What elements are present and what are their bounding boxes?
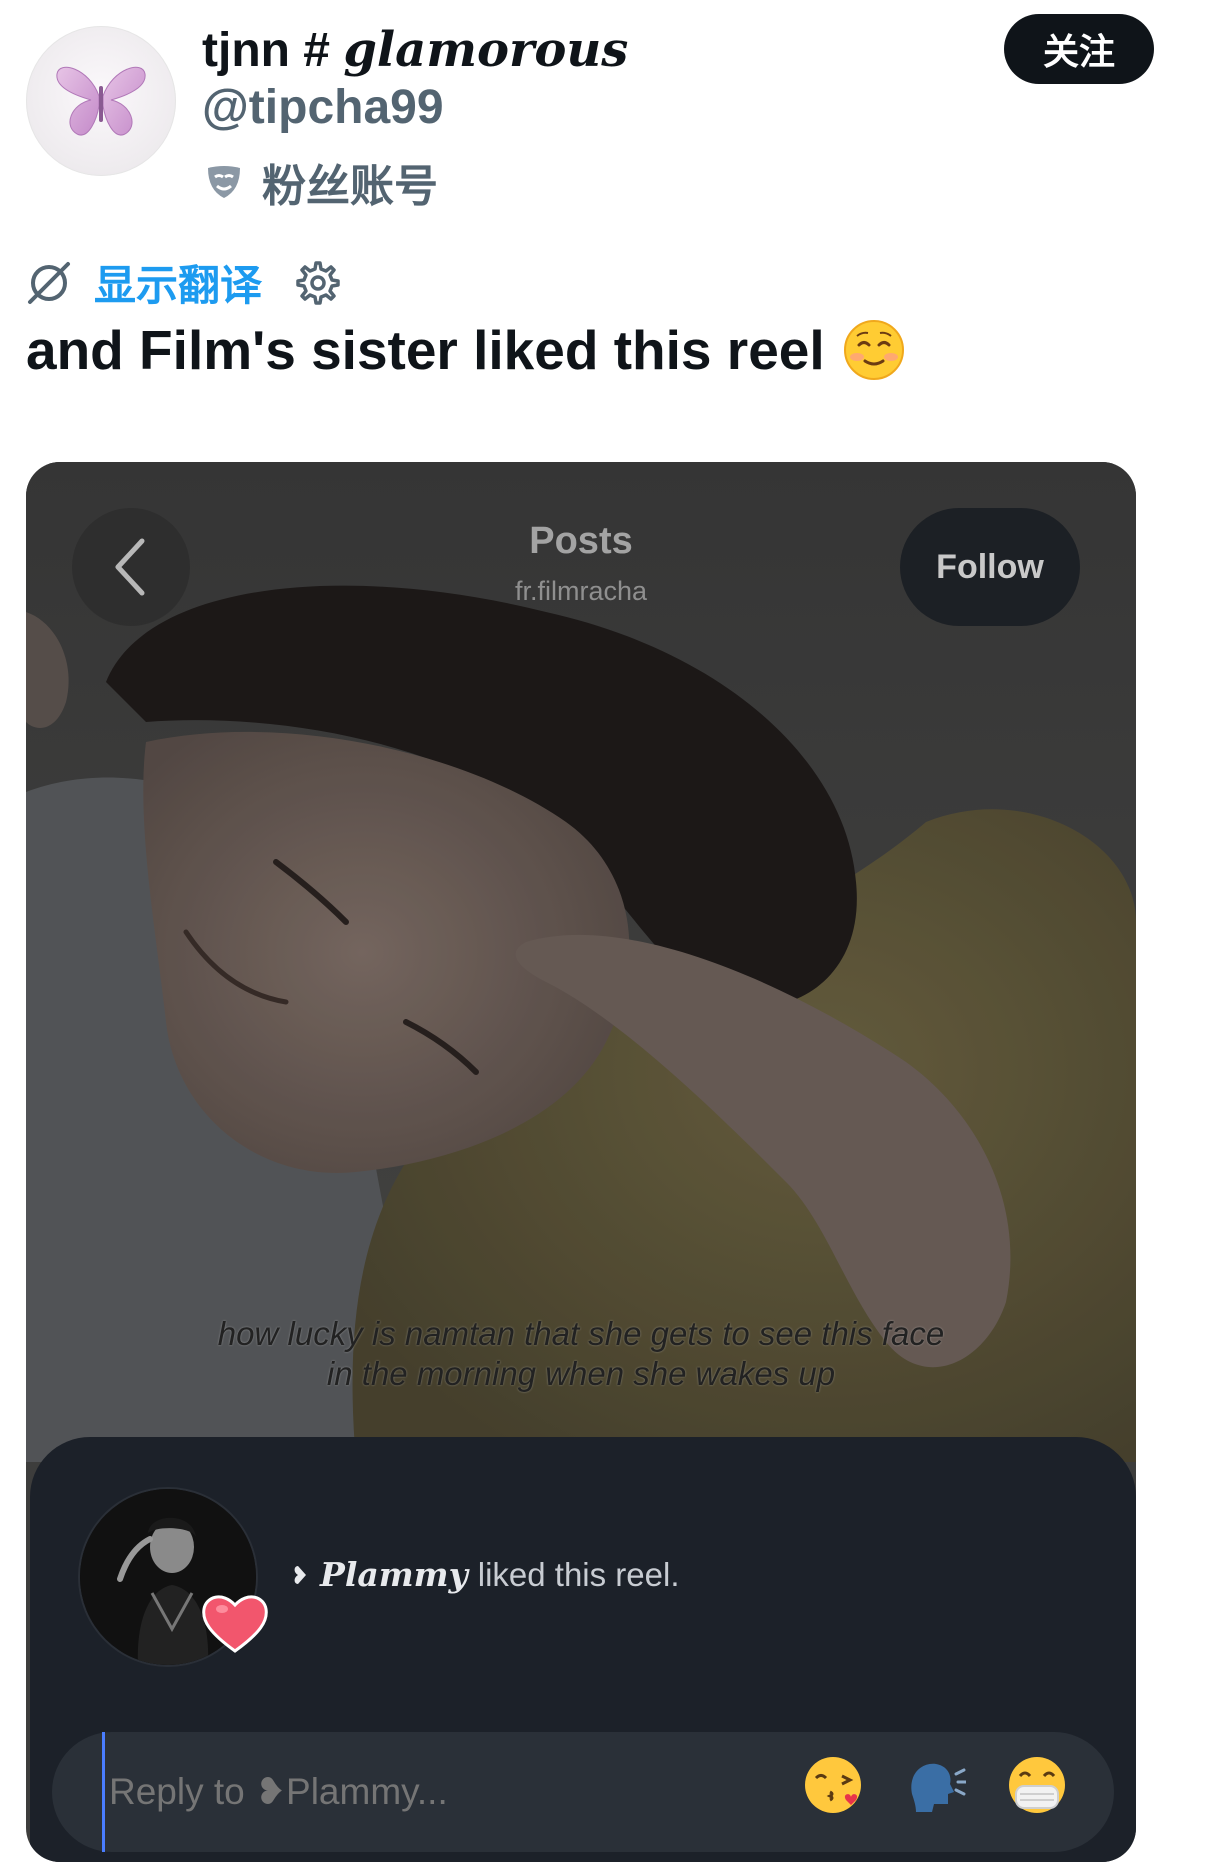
liker-username[interactable]: Plammy (320, 1555, 468, 1594)
reel-follow-button[interactable]: Follow (900, 508, 1080, 626)
liked-text: Plammy liked this reel. (292, 1555, 680, 1594)
display-name[interactable]: tjnn # glamorous (202, 22, 628, 78)
show-translation-link[interactable]: 显示翻译 (94, 252, 262, 313)
fan-account-label: 粉丝账号 (262, 162, 438, 211)
reply-input[interactable] (102, 1732, 709, 1852)
heart-icon (202, 1595, 268, 1653)
translate-row: 显示翻译 (26, 252, 340, 313)
reply-bar (52, 1732, 1114, 1852)
fan-account-badge: 粉丝账号 (204, 150, 438, 214)
like-notification-panel: Plammy liked this reel. (30, 1437, 1136, 1862)
reel-caption: how lucky is namtan that she gets to see… (26, 1314, 1136, 1394)
media-card[interactable]: Posts fr.filmracha Follow how lucky is n… (26, 462, 1136, 1862)
tweet-text: and Film's sister liked this reel (26, 318, 905, 382)
liked-suffix: liked this reel. (477, 1555, 680, 1593)
heart-arrow-icon (294, 1565, 306, 1584)
mask-face-icon[interactable] (1006, 1754, 1068, 1821)
no-translate-icon (28, 261, 70, 304)
display-name-main: tjnn # (202, 24, 330, 77)
smiling-face-icon (843, 320, 904, 380)
display-name-decorated: glamorous (343, 22, 629, 78)
caption-line-2: in the morning when she wakes up (326, 1355, 836, 1392)
mask-icon (208, 166, 240, 198)
profile-avatar[interactable] (26, 26, 176, 176)
butterfly-icon (56, 66, 146, 136)
speaking-head-icon[interactable] (904, 1754, 968, 1821)
gear-icon[interactable] (292, 259, 340, 307)
follow-button[interactable]: 关注 (1004, 14, 1154, 84)
caption-line-1: how lucky is namtan that she gets to see… (217, 1315, 945, 1352)
user-handle[interactable]: @tipcha99 (202, 80, 444, 135)
quick-reaction-emojis (802, 1754, 1068, 1821)
kiss-emoji-icon[interactable] (802, 1754, 864, 1821)
tweet-text-content: and Film's sister liked this reel (26, 319, 825, 381)
